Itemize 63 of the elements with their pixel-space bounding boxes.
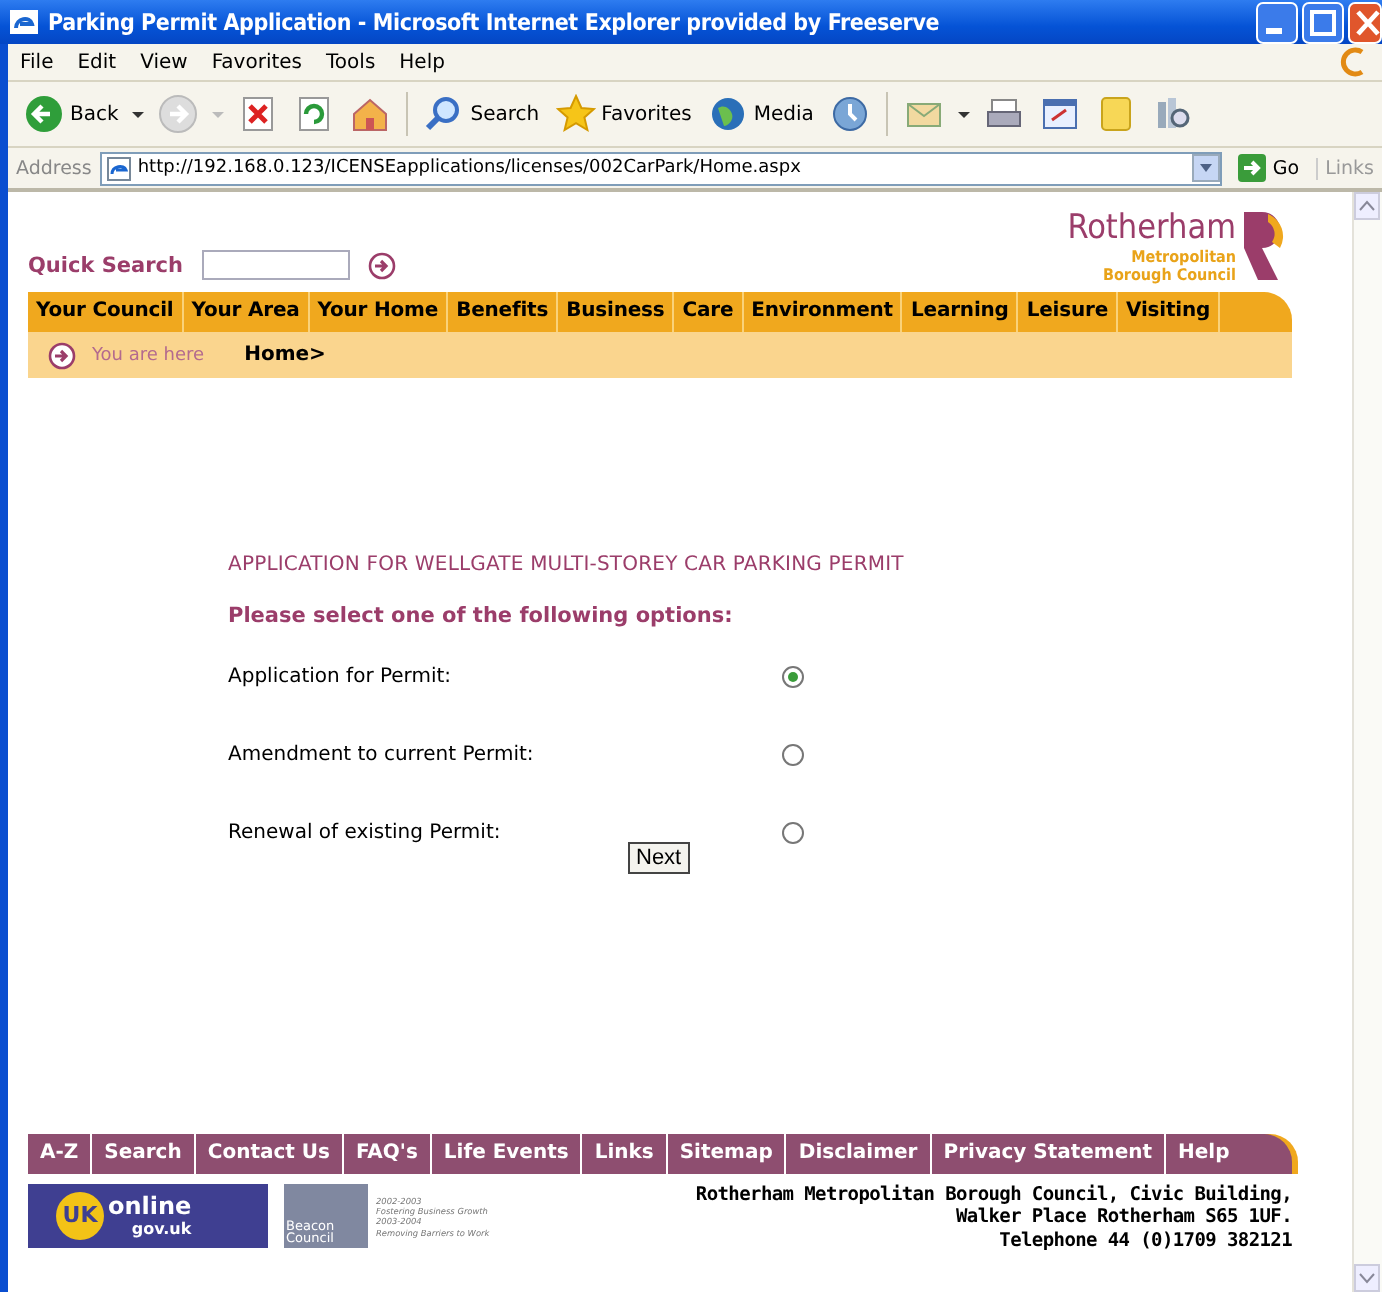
arrow-icon — [1238, 154, 1267, 182]
footer-link[interactable]: Disclaimer — [786, 1133, 932, 1174]
media-button[interactable]: Media — [703, 94, 818, 134]
globe-icon — [707, 94, 748, 134]
vertical-scrollbar[interactable] — [1352, 192, 1382, 1292]
radio-button[interactable] — [782, 821, 804, 843]
council-name: Rotherham — [1067, 208, 1236, 248]
breadcrumb-label: You are here — [92, 345, 205, 365]
council-address: Rotherham Metropolitan Borough Council, Civic Building, — [695, 1183, 1292, 1207]
council-address: Telephone 44 (0)1709 382121 — [999, 1229, 1292, 1252]
star-icon — [555, 94, 596, 134]
option-label: Application for Permit: — [228, 665, 454, 687]
address-label: Address — [16, 157, 92, 179]
menu-item[interactable]: File — [8, 51, 66, 73]
quick-search-label: Quick Search — [28, 253, 184, 277]
r-logo-icon — [1240, 208, 1284, 284]
browser-icon — [8, 6, 40, 38]
house-icon — [350, 94, 391, 134]
council-address: Walker Place Rotherham S65 1UF. — [955, 1206, 1292, 1230]
dropdown-arrow-icon[interactable] — [955, 106, 972, 122]
option-label: Amendment to current Permit: — [228, 743, 536, 765]
footer-link[interactable]: Privacy Statement — [931, 1133, 1167, 1174]
footer-link[interactable]: Contact Us — [195, 1133, 344, 1174]
favorites-button[interactable]: Favorites — [551, 94, 696, 134]
council-subtitle: Metropolitan — [1131, 248, 1236, 266]
minimize-button[interactable] — [1256, 1, 1298, 43]
refresh-icon — [294, 94, 335, 134]
back-button[interactable]: Back — [20, 94, 123, 134]
arrow-button[interactable] — [367, 251, 396, 279]
form-title: APPLICATION FOR WELLGATE MULTI-STOREY CAR PARKING PERMIT — [228, 554, 906, 576]
footer-link[interactable]: Sitemap — [667, 1133, 787, 1174]
footer-link[interactable]: FAQ's — [343, 1133, 432, 1174]
menu-item[interactable]: Edit — [65, 51, 129, 73]
page-icon — [105, 155, 132, 181]
footer-link[interactable]: Life Events — [431, 1133, 583, 1174]
breadcrumb-link[interactable]: Home> — [244, 344, 326, 366]
menu-item[interactable]: Tools — [314, 51, 388, 73]
dropdown-arrow-icon[interactable] — [130, 106, 147, 122]
form-prompt: Please select one of the following options: — [228, 604, 735, 628]
window-title: Parking Permit Application - Microsoft Internet Explorer provided by Freeserve — [48, 8, 940, 36]
footer-link[interactable]: A-Z — [28, 1133, 93, 1174]
menu-item[interactable]: View — [128, 51, 200, 73]
menu-item[interactable]: Favorites — [199, 51, 315, 73]
go-button[interactable]: Go — [1230, 154, 1308, 182]
clock-icon — [829, 94, 870, 134]
stop-icon — [238, 94, 279, 134]
note-icon — [1095, 94, 1136, 134]
search-button[interactable]: Search — [420, 94, 544, 134]
radio-button[interactable] — [782, 743, 804, 765]
radio-button[interactable] — [782, 665, 804, 687]
quick-search-field[interactable] — [201, 250, 350, 280]
maximize-button[interactable] — [1302, 1, 1344, 43]
document-icon — [1039, 94, 1080, 134]
address-field[interactable]: http://192.168.0.123/ICENSEapplications/licenses/002CarPark/Home.aspx — [99, 151, 1223, 185]
option-label: Renewal of existing Permit: — [228, 821, 503, 843]
footer-link[interactable]: Links — [582, 1133, 668, 1174]
menu-item[interactable]: Help — [387, 51, 457, 73]
council-subtitle: Borough Council — [1102, 266, 1236, 284]
search-icon — [424, 94, 465, 134]
next-button[interactable]: Next — [628, 842, 690, 874]
close-button[interactable] — [1348, 1, 1382, 43]
footer-link[interactable]: Search — [92, 1133, 196, 1174]
footer-link[interactable]: Help — [1166, 1133, 1242, 1174]
